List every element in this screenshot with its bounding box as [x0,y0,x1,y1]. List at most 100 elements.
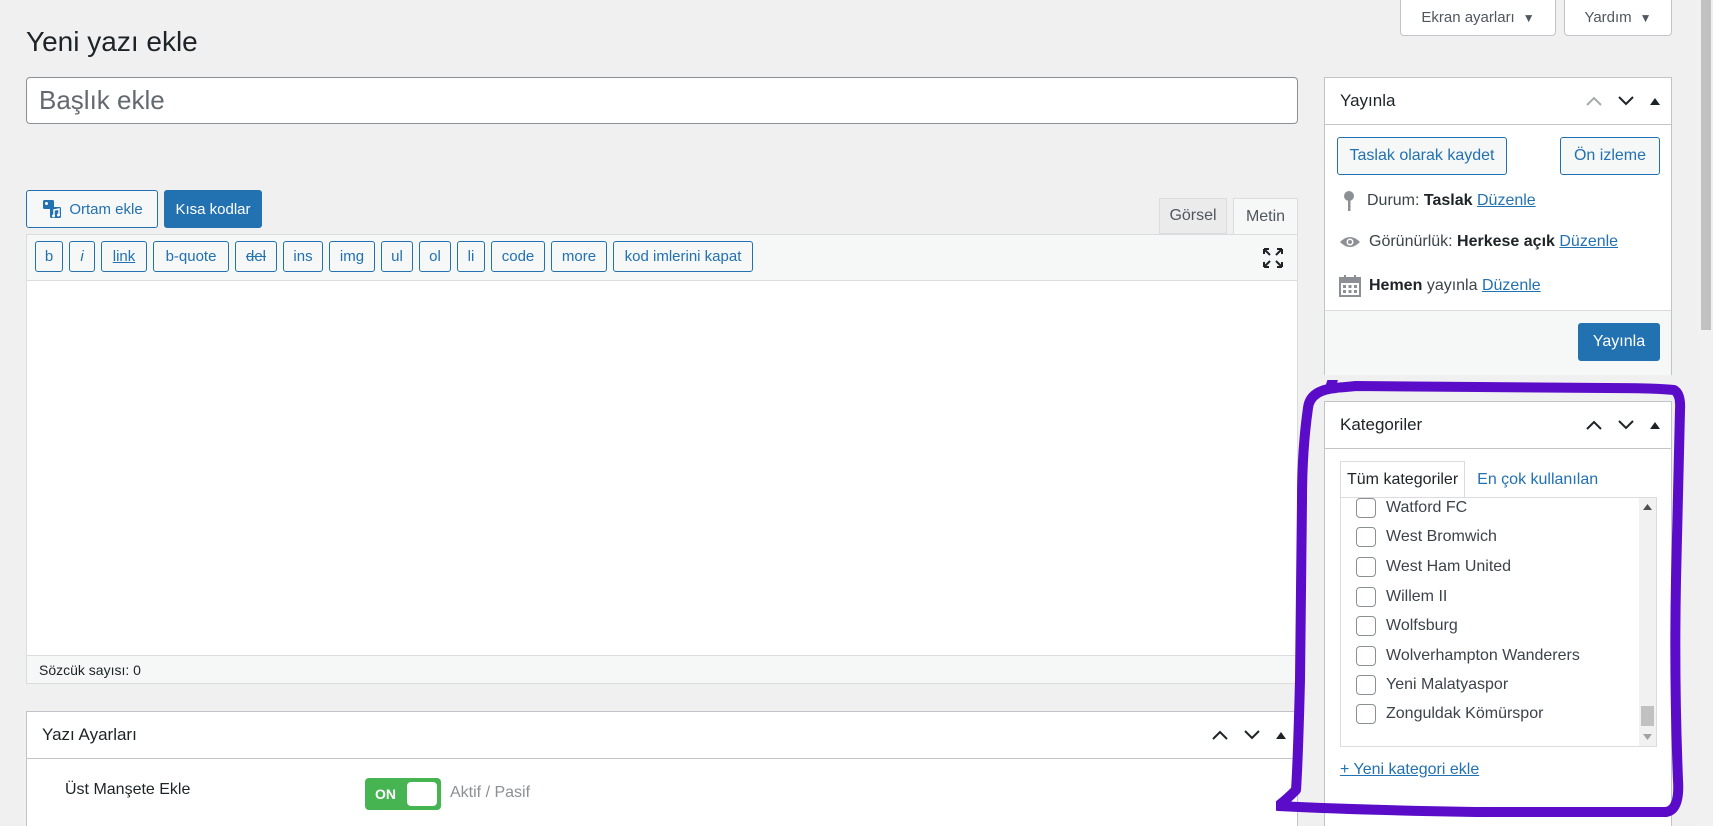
quicktag-li[interactable]: li [457,241,485,272]
tab-most-used-label: En çok kullanılan [1477,470,1599,488]
quicktag-label: del [245,248,267,265]
schedule-bold: Hemen [1369,277,1423,294]
category-checkbox[interactable] [1356,704,1376,724]
list-item[interactable]: Watford FC [1356,498,1467,518]
toggle-panel-icon[interactable] [1649,96,1661,106]
category-label: West Bromwich [1386,528,1497,545]
quicktag-link[interactable]: link [101,241,147,272]
chevron-down-icon[interactable] [1617,95,1635,107]
shortcodes-button[interactable]: Kısa kodlar [164,190,262,228]
quicktag-ul[interactable]: ul [381,241,413,272]
toggle-state-label: ON [375,786,396,802]
category-label: Wolverhampton Wanderers [1386,647,1580,664]
schedule-edit-link[interactable]: Düzenle [1482,277,1541,294]
visibility-value: Herkese açık [1457,233,1555,250]
top-headline-toggle[interactable]: ON [365,778,441,810]
toggle-panel-icon[interactable] [1649,420,1661,430]
list-item[interactable]: West Ham United [1356,557,1511,577]
toggle-knob [407,782,437,806]
content-editor[interactable]: b i link b-quote del ins img ul ol li co… [26,234,1298,684]
quicktag-italic[interactable]: i [69,241,95,272]
categories-header[interactable]: Kategoriler [1325,402,1671,449]
quicktag-close-tags[interactable]: kod imlerini kapat [613,241,753,272]
top-headline-label: Üst Manşete Ekle [65,781,191,798]
publish-button-label: Yayınla [1592,333,1646,350]
chevron-up-icon[interactable] [1585,95,1603,107]
scroll-up-icon[interactable] [1639,500,1656,514]
list-item[interactable]: Wolverhampton Wanderers [1356,646,1580,666]
publish-title: Yayınla [1340,91,1396,110]
category-checkbox[interactable] [1356,675,1376,695]
category-checkbox[interactable] [1356,646,1376,666]
fullscreen-icon[interactable] [1261,246,1285,270]
tab-visual[interactable]: Görsel [1159,198,1227,234]
add-media-button[interactable]: Ortam ekle [26,190,158,228]
quicktag-label: ol [429,248,441,265]
scroll-down-icon[interactable] [1639,730,1656,744]
quicktag-label: kod imlerini kapat [624,248,742,265]
scroll-thumb[interactable] [1641,706,1654,726]
quicktag-del[interactable]: del [235,241,277,272]
preview-button[interactable]: Ön izleme [1560,137,1660,175]
quicktag-label: i [80,248,84,265]
quicktag-ins[interactable]: ins [283,241,323,272]
list-item[interactable]: Yeni Malatyaspor [1356,675,1508,695]
visibility-edit-link[interactable]: Düzenle [1559,233,1618,250]
caret-down-icon: ▼ [1639,10,1652,25]
help-button[interactable]: Yardım ▼ [1564,0,1672,36]
quicktag-ol[interactable]: ol [419,241,451,272]
quicktag-img[interactable]: img [329,241,375,272]
tab-all-categories[interactable]: Tüm kategoriler [1340,461,1466,498]
save-draft-button[interactable]: Taslak olarak kaydet [1337,137,1507,175]
category-scrollbar[interactable] [1639,498,1656,746]
post-settings-header[interactable]: Yazı Ayarları [27,712,1297,759]
quicktag-bold[interactable]: b [35,241,63,272]
chevron-up-icon[interactable] [1211,729,1229,741]
quicktag-bquote[interactable]: b-quote [153,241,229,272]
visibility-label: Görünürlük: [1369,233,1453,250]
chevron-down-icon[interactable] [1617,419,1635,431]
status-edit-link[interactable]: Düzenle [1477,192,1536,209]
category-checklist[interactable]: Watford FC West Bromwich West Ham United… [1340,497,1657,747]
pin-icon [1344,191,1354,211]
quicktag-code[interactable]: code [491,241,545,272]
quicktag-label: ins [293,248,313,265]
category-label: Zonguldak Kömürspor [1386,705,1544,722]
category-label: Wolfsburg [1386,617,1458,634]
quicktags-toolbar: b i link b-quote del ins img ul ol li co… [27,235,1297,281]
tab-visual-label: Görsel [1169,207,1217,224]
post-title-placeholder: Başlık ekle [39,85,165,115]
status-label: Durum: [1367,192,1420,209]
category-checkbox[interactable] [1356,498,1376,518]
post-title-input[interactable]: Başlık ekle [26,77,1298,124]
list-item[interactable]: Wolfsburg [1356,616,1458,636]
status-row: Durum: Taslak Düzenle [1339,190,1536,212]
screen-options-button[interactable]: Ekran ayarları ▼ [1400,0,1556,36]
quicktag-label: li [467,248,475,265]
page-scrollbar[interactable] [1698,0,1713,826]
list-item[interactable]: West Bromwich [1356,527,1497,547]
category-checkbox[interactable] [1356,557,1376,577]
category-checkbox[interactable] [1356,616,1376,636]
category-label: West Ham United [1386,558,1512,575]
list-item[interactable]: Zonguldak Kömürspor [1356,704,1543,724]
page-scroll-thumb[interactable] [1701,0,1711,330]
chevron-up-icon[interactable] [1585,419,1603,431]
chevron-down-icon[interactable] [1243,729,1261,741]
publish-handles [1585,78,1661,124]
add-new-category-link[interactable]: + Yeni kategori ekle [1340,761,1479,779]
list-item[interactable]: Willem II [1356,587,1447,607]
page-title: Yeni yazı ekle [26,26,198,57]
publish-header[interactable]: Yayınla [1325,78,1671,125]
category-label: Yeni Malatyaspor [1386,676,1509,693]
shortcodes-label: Kısa kodlar [175,200,251,218]
publish-button[interactable]: Yayınla [1578,323,1660,361]
add-media-label: Ortam ekle [69,200,143,218]
quicktag-label: b-quote [165,248,217,265]
tab-text[interactable]: Metin [1233,198,1298,235]
category-checkbox[interactable] [1356,587,1376,607]
toggle-panel-icon[interactable] [1275,730,1287,740]
tab-most-used[interactable]: En çok kullanılan [1465,461,1610,498]
category-checkbox[interactable] [1356,527,1376,547]
quicktag-more[interactable]: more [551,241,607,272]
